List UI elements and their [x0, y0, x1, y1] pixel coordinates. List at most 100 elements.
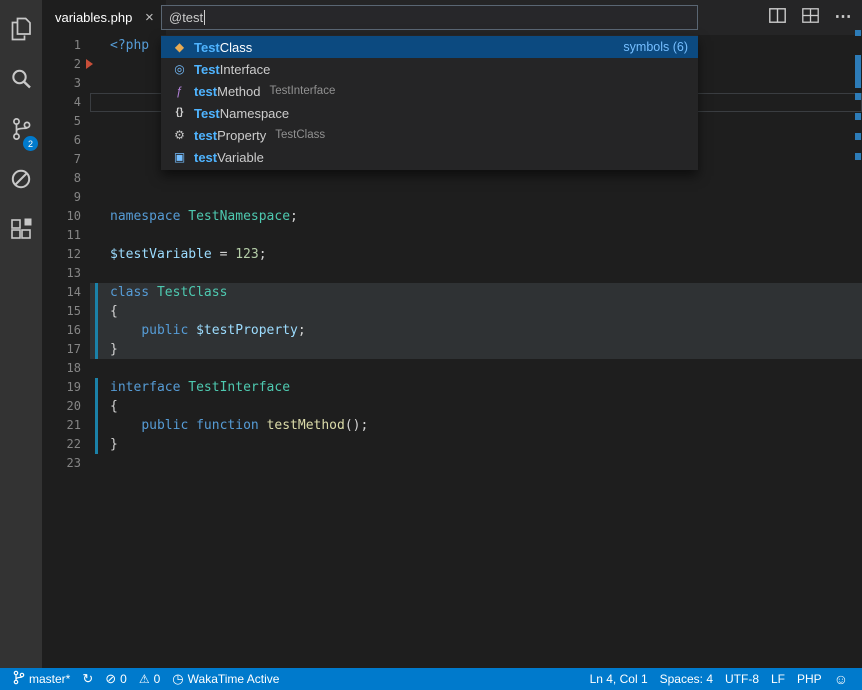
code-text: namespace TestNamespace;	[110, 207, 298, 226]
editor-line[interactable]: 12 $testVariable = 123;	[42, 245, 862, 264]
status-warnings[interactable]: ⚠0	[133, 668, 166, 690]
close-icon[interactable]: ×	[141, 9, 157, 26]
status-feedback[interactable]: ☺	[828, 668, 854, 690]
symbol-item[interactable]: ƒtestMethodTestInterface	[161, 80, 698, 102]
editor-line[interactable]: 17}	[42, 340, 862, 359]
line-number[interactable]: 1	[42, 36, 90, 55]
line-number[interactable]: 7	[42, 150, 90, 169]
editor-line[interactable]: 23	[42, 454, 862, 473]
symbol-item[interactable]: {}TestNamespace	[161, 102, 698, 124]
editor-line[interactable]: 9	[42, 188, 862, 207]
editor-line[interactable]: 20 {	[42, 397, 862, 416]
line-number[interactable]: 20	[42, 397, 90, 416]
status-label: Spaces: 4	[660, 672, 713, 686]
editor-line[interactable]: 15{	[42, 302, 862, 321]
editor-line[interactable]: 11	[42, 226, 862, 245]
git-modified-bar	[95, 302, 98, 321]
line-number[interactable]: 11	[42, 226, 90, 245]
symbol-item[interactable]: ⚙testPropertyTestClass	[161, 124, 698, 146]
status-label: 0	[154, 672, 161, 686]
status-eol[interactable]: LF	[765, 668, 791, 690]
gutter-marker-zone	[90, 283, 110, 302]
status-sync[interactable]: ↻	[76, 668, 99, 690]
line-number[interactable]: 13	[42, 264, 90, 283]
line-number[interactable]: 9	[42, 188, 90, 207]
line-number[interactable]: 18	[42, 359, 90, 378]
gutter-marker-zone	[90, 55, 110, 74]
toggle-layout-button[interactable]	[799, 7, 821, 29]
gutter-marker-zone	[90, 302, 110, 321]
smiley-icon: ☺	[834, 672, 848, 687]
overview-mark	[855, 133, 861, 140]
line-number[interactable]: 6	[42, 131, 90, 150]
status-wakatime[interactable]: ◷WakaTime Active	[166, 668, 285, 690]
activity-item-search[interactable]	[0, 56, 42, 106]
line-number[interactable]: 23	[42, 454, 90, 473]
activity-item-source-control[interactable]: 2	[0, 106, 42, 156]
property-icon: ⚙	[171, 124, 188, 146]
git-modified-bar	[95, 435, 98, 454]
line-number[interactable]: 2	[42, 55, 90, 74]
status-encoding[interactable]: UTF-8	[719, 668, 765, 690]
toggle-layout-icon	[802, 8, 819, 28]
editor-line[interactable]: 21 public function testMethod();	[42, 416, 862, 435]
status-label: Ln 4, Col 1	[590, 672, 648, 686]
editor-line[interactable]: 18	[42, 359, 862, 378]
symbol-item[interactable]: ◆TestClasssymbols (6)	[161, 36, 698, 58]
split-editor-button[interactable]	[766, 7, 788, 29]
line-number[interactable]: 8	[42, 169, 90, 188]
status-language-mode[interactable]: PHP	[791, 668, 828, 690]
line-number[interactable]: 10	[42, 207, 90, 226]
editor-line[interactable]: 13	[42, 264, 862, 283]
line-number[interactable]: 21	[42, 416, 90, 435]
git-modified-bar	[95, 416, 98, 435]
line-number[interactable]: 3	[42, 74, 90, 93]
gutter-marker-zone	[90, 188, 110, 207]
tab-variables-php[interactable]: variables.php ×	[42, 0, 166, 35]
symbol-item[interactable]: ◎TestInterface	[161, 58, 698, 80]
status-indentation[interactable]: Spaces: 4	[654, 668, 719, 690]
status-bar-left: master*↻⊘0⚠0◷WakaTime Active	[0, 668, 285, 690]
quick-open-input[interactable]: @test	[161, 5, 698, 30]
line-number[interactable]: 14	[42, 283, 90, 302]
status-cursor-position[interactable]: Ln 4, Col 1	[584, 668, 654, 690]
sync-icon: ↻	[82, 672, 93, 686]
text-cursor	[204, 10, 205, 25]
editor-line[interactable]: 8	[42, 169, 862, 188]
editor-line[interactable]: 19interface TestInterface	[42, 378, 862, 397]
more-actions-button[interactable]: ⋯	[832, 7, 854, 29]
code-text: class TestClass	[110, 283, 227, 302]
activity-item-explorer[interactable]	[0, 6, 42, 56]
code-text: {	[110, 397, 118, 416]
git-modified-bar	[95, 321, 98, 340]
line-number[interactable]: 5	[42, 112, 90, 131]
code-text: $testVariable = 123;	[110, 245, 267, 264]
line-number[interactable]: 16	[42, 321, 90, 340]
activity-item-debug[interactable]	[0, 156, 42, 206]
line-number[interactable]: 17	[42, 340, 90, 359]
clock-icon: ◷	[172, 672, 183, 686]
status-label: master*	[29, 672, 70, 686]
line-number[interactable]: 22	[42, 435, 90, 454]
group-badge: symbols (6)	[623, 40, 688, 54]
editor-line[interactable]: 16 public $testProperty;	[42, 321, 862, 340]
line-number[interactable]: 4	[42, 93, 90, 112]
gutter-marker-zone	[90, 36, 110, 55]
editor-line[interactable]: 14 class TestClass	[42, 283, 862, 302]
error-icon: ⊘	[105, 672, 116, 686]
editor-line[interactable]: 22}	[42, 435, 862, 454]
line-number[interactable]: 12	[42, 245, 90, 264]
variable-icon: ▣	[171, 146, 188, 168]
line-number[interactable]: 15	[42, 302, 90, 321]
editor-line[interactable]: 10 namespace TestNamespace;	[42, 207, 862, 226]
status-label: LF	[771, 672, 785, 686]
status-git-branch[interactable]: master*	[7, 668, 76, 690]
symbol-description: TestClass	[275, 129, 325, 141]
line-number[interactable]: 19	[42, 378, 90, 397]
activity-item-extensions[interactable]	[0, 206, 42, 256]
status-errors[interactable]: ⊘0	[99, 668, 133, 690]
status-label: UTF-8	[725, 672, 759, 686]
symbol-item[interactable]: ▣testVariable	[161, 146, 698, 168]
gutter-marker-zone	[90, 416, 110, 435]
status-bar-right: Ln 4, Col 1 Spaces: 4 UTF-8 LF PHP ☺	[584, 668, 862, 690]
